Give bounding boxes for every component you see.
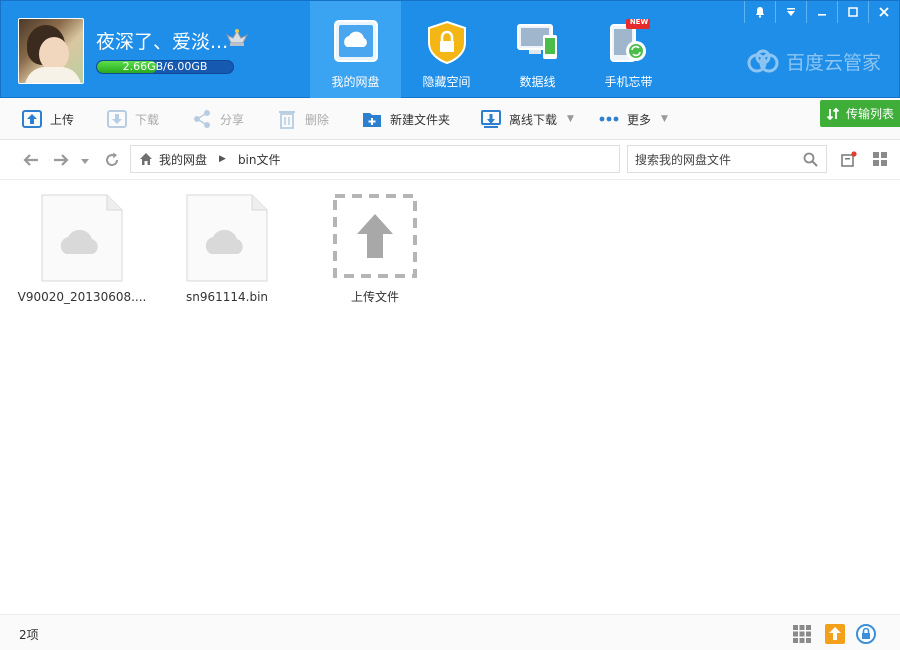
crown-icon[interactable] [225,27,249,49]
nav-label: 隐藏空间 [422,75,471,89]
delete-button[interactable]: 删除 [277,98,329,140]
grid-view-icon[interactable] [872,151,888,167]
new-folder-button[interactable]: 新建文件夹 [362,98,450,140]
share-icon [194,110,210,128]
refresh-icon[interactable] [104,140,120,180]
breadcrumb-separator-icon[interactable]: ▶ [219,154,226,164]
new-badge: NEW [629,18,649,26]
more-dots-icon [599,116,619,122]
app-header: 夜深了、爱淡... 2.66GB/6.00GB 我的网盘 隐藏空间 数据线 NE… [0,0,900,99]
share-label: 分享 [220,112,245,127]
chevron-down-icon[interactable]: ▼ [661,114,668,124]
chevron-down-icon[interactable]: ▼ [567,114,574,124]
download-button[interactable]: 下载 [107,98,159,140]
transfer-list-button[interactable]: 传输列表 [820,100,900,127]
minimize-icon[interactable] [806,1,837,23]
cloud-drive-icon [334,20,378,62]
share-button[interactable]: 分享 [192,98,244,140]
file-name: sn961114.bin [185,290,269,304]
window-controls [744,1,899,23]
main-nav: 我的网盘 隐藏空间 数据线 NEW 手机忘带 [310,1,674,99]
apps-grid-icon[interactable] [792,624,812,644]
nav-data-cable[interactable]: 数据线 [492,1,583,99]
upload-file-tile[interactable]: 上传文件 [310,194,440,305]
nav-label: 数据线 [519,75,556,89]
forward-arrow-icon[interactable] [53,140,69,180]
home-icon[interactable] [139,152,153,166]
transfer-list-label: 传输列表 [845,107,894,121]
nav-hidden-space[interactable]: 隐藏空间 [401,1,492,99]
new-folder-label: 新建文件夹 [390,112,451,127]
upload-button[interactable]: 上传 [22,98,74,140]
more-button[interactable]: 更多 ▼ [599,98,668,140]
quota-text: 2.66GB/6.00GB [122,60,208,73]
file-grid: V90020_20130608.... sn961114.bin 上传文件 [0,181,900,614]
quota-bar: 2.66GB/6.00GB [96,60,234,74]
nav-label: 手机忘带 [604,75,653,89]
file-item[interactable]: sn961114.bin [162,194,292,304]
status-bar: 2项 [0,614,900,650]
notification-view-icon[interactable] [841,151,857,167]
new-folder-icon [363,113,381,127]
user-avatar[interactable] [18,18,84,84]
devices-icon [517,24,557,59]
file-item[interactable]: V90020_20130608.... [17,194,147,304]
offline-download-icon [481,110,501,128]
trash-icon [279,111,295,129]
brand-name: 百度云管家 [785,52,881,74]
brand-logo-icon [747,49,779,72]
dropdown-icon[interactable] [775,1,806,23]
download-icon [107,110,127,128]
breadcrumb-current[interactable]: bin文件 [238,151,281,168]
transfer-icon [826,107,840,120]
lock-shield-icon [428,20,466,65]
search-icon[interactable] [803,152,818,167]
offline-download-button[interactable]: 离线下载 ▼ [481,98,574,140]
address-row: 我的网盘 ▶ bin文件 搜索我的网盘文件 [0,140,900,180]
download-label: 下载 [135,112,160,127]
nav-my-drive[interactable]: 我的网盘 [310,1,401,99]
brand: 百度云管家 [746,48,881,75]
upload-icon [22,110,42,128]
cloud-file-icon [41,194,123,282]
nav-phone-backup[interactable]: NEW 手机忘带 [583,1,674,99]
file-name: V90020_20130608.... [17,290,147,304]
nav-label: 我的网盘 [331,75,380,89]
search-placeholder: 搜索我的网盘文件 [635,152,732,167]
history-chevron-down-icon[interactable] [81,140,89,180]
breadcrumb[interactable]: 我的网盘 ▶ bin文件 [130,145,620,173]
upload-label: 上传 [50,112,75,127]
upload-status-icon[interactable] [825,624,845,644]
maximize-icon[interactable] [837,1,868,23]
close-icon[interactable] [868,1,899,23]
breadcrumb-root[interactable]: 我的网盘 [159,151,207,168]
offline-download-label: 离线下载 [509,112,558,127]
item-count: 2项 [19,628,39,642]
bell-icon[interactable] [744,1,775,23]
toolbar: 上传 下载 分享 删除 新建文件夹 离线下载 ▼ 更多 ▼ [0,98,900,140]
cloud-file-icon [186,194,268,282]
upload-arrow-icon [333,194,417,278]
lock-status-icon[interactable] [856,624,876,644]
search-input[interactable]: 搜索我的网盘文件 [627,145,827,173]
delete-label: 删除 [305,112,330,127]
back-arrow-icon[interactable] [23,140,39,180]
more-label: 更多 [627,112,652,127]
username[interactable]: 夜深了、爱淡... [96,27,228,54]
upload-file-label: 上传文件 [350,290,399,304]
